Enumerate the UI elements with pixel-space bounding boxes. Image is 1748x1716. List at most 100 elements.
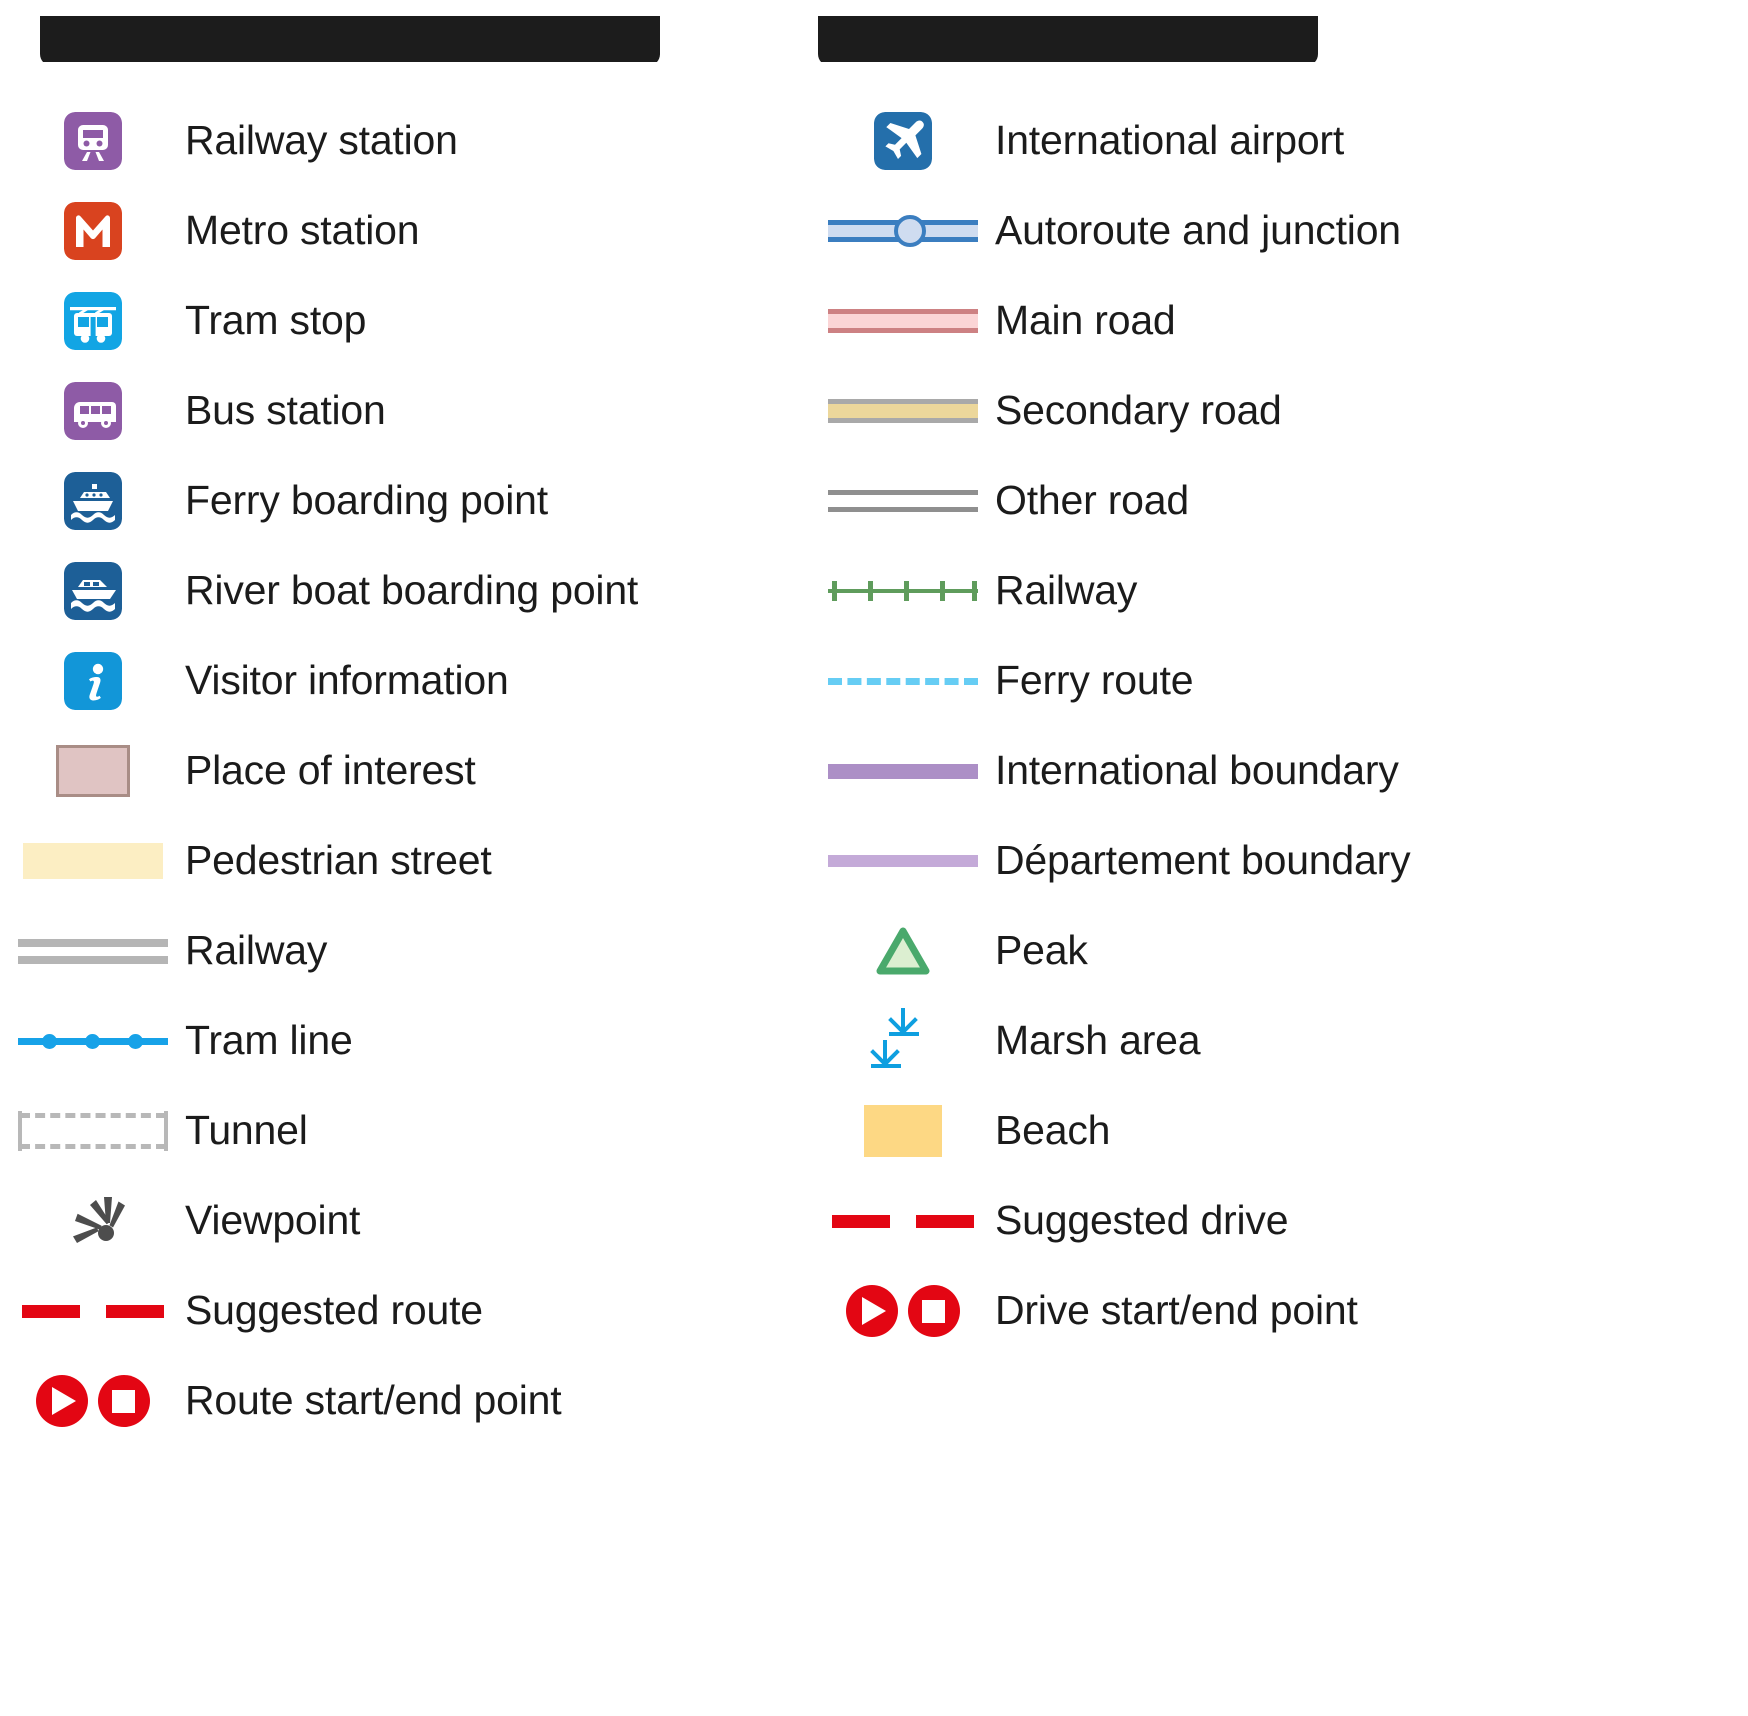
tunnel-edge-bottom [19,1144,166,1149]
legend-label: Railway [995,567,1138,614]
railway-tick [867,581,873,601]
ferry-boarding-point-icon [0,456,185,546]
drive-start-marker [845,1285,898,1337]
international-boundary-band [827,763,978,779]
visitor-information-icon [0,636,185,726]
legend-row-international-boundary: International boundary [810,726,1590,816]
railway-station-icon [0,96,185,186]
legend-row-metro-station: Metro station [0,186,780,276]
other-road-symbol [810,456,995,546]
tram-line-stop [127,1034,143,1049]
legend-label: Ferry boarding point [185,477,548,524]
railway-symbol [810,546,995,636]
legend-row-viewpoint: Viewpoint [0,1176,780,1266]
legend-row-main-road: Main road [810,276,1590,366]
legend-row-pedestrian-street: Pedestrian street [0,816,780,906]
legend-row-international-airport: International airport [810,96,1590,186]
departement-boundary-band [827,855,978,867]
ferry-route-dashes [827,677,978,685]
international-boundary-symbol [810,726,995,816]
legend-label: Pedestrian street [185,837,492,884]
legend-row-suggested-route: Suggested route [0,1266,780,1356]
peak-icon [810,906,995,996]
legend-label: Viewpoint [185,1197,361,1244]
legend-label: Département boundary [995,837,1411,884]
railway-line-lower [17,955,168,964]
legend-row-ferry-route: Ferry route [810,636,1590,726]
legend-column-left: Railway station Metro station Tram stop … [0,0,780,1446]
tram-stop-icon [0,276,185,366]
international-airport-icon [810,96,995,186]
drive-end-marker [907,1285,960,1337]
tunnel-symbol [0,1086,185,1176]
railway-tick [971,581,977,601]
legend-row-tunnel: Tunnel [0,1086,780,1176]
bus-station-icon [0,366,185,456]
legend-label: Drive start/end point [995,1287,1358,1334]
suggested-route-dash [21,1304,80,1318]
drive-start-end-point-symbol [810,1266,995,1356]
legend-label: Beach [995,1107,1111,1154]
main-road-band [827,309,978,333]
railway-line-upper [17,938,168,947]
legend-label: Tram line [185,1017,353,1064]
departement-boundary-symbol [810,816,995,906]
legend-row-other-road: Other road [810,456,1590,546]
legend-row-tram-stop: Tram stop [0,276,780,366]
suggested-route-symbol [0,1266,185,1356]
tunnel-portal-right [163,1111,168,1151]
legend-row-tram-line: Tram line [0,996,780,1086]
legend-label: Marsh area [995,1017,1201,1064]
legend-label: Tunnel [185,1107,308,1154]
legend-label: International boundary [995,747,1399,794]
legend-row-drive-start-end-point: Drive start/end point [810,1266,1590,1356]
legend-row-beach: Beach [810,1086,1590,1176]
main-road-symbol [810,276,995,366]
legend-label: Peak [995,927,1088,974]
redaction-edge [818,48,1318,62]
legend-label: Secondary road [995,387,1282,434]
railway-tick [939,581,945,601]
suggested-drive-dash [915,1214,974,1228]
river-boat-boarding-point-icon [0,546,185,636]
pedestrian-street-swatch [0,816,185,906]
legend-label: Autoroute and junction [995,207,1401,254]
legend-row-railway-line: Railway [0,906,780,996]
metro-station-icon [0,186,185,276]
legend-label: International airport [995,117,1345,164]
railway-tick [831,581,837,601]
legend-left-heading-redacted [0,0,780,62]
route-start-end-point-symbol [0,1356,185,1446]
redaction-edge [40,48,660,62]
tram-line-symbol [0,996,185,1086]
tunnel-portal-left [17,1111,22,1151]
legend-right-heading-redacted [810,0,1590,62]
map-legend: Railway station Metro station Tram stop … [0,0,1748,1716]
legend-label: Route start/end point [185,1377,562,1424]
legend-row-river-boat-boarding-point: River boat boarding point [0,546,780,636]
other-road-band [827,490,978,512]
pedestrian-street-fill [22,843,163,879]
suggested-drive-dash [831,1214,890,1228]
legend-row-autoroute-junction: Autoroute and junction [810,186,1590,276]
legend-row-railway: Railway [810,546,1590,636]
legend-label: Place of interest [185,747,476,794]
railway-stem [827,589,978,593]
legend-row-route-start-end-point: Route start/end point [0,1356,780,1446]
legend-row-visitor-information: Visitor information [0,636,780,726]
legend-row-bus-station: Bus station [0,366,780,456]
legend-column-right: International airport Autoroute and junc… [810,0,1590,1356]
railway-line-symbol [0,906,185,996]
legend-label: Other road [995,477,1189,524]
tram-line-stop [41,1034,57,1049]
play-triangle-icon [862,1297,886,1325]
legend-label: Bus station [185,387,386,434]
suggested-route-dash [105,1304,164,1318]
tram-line-stop [84,1034,100,1049]
secondary-road-band [827,399,978,423]
legend-label: Tram stop [185,297,367,344]
autoroute-junction-symbol [810,186,995,276]
legend-label: Visitor information [185,657,509,704]
secondary-road-symbol [810,366,995,456]
legend-label: River boat boarding point [185,567,639,614]
